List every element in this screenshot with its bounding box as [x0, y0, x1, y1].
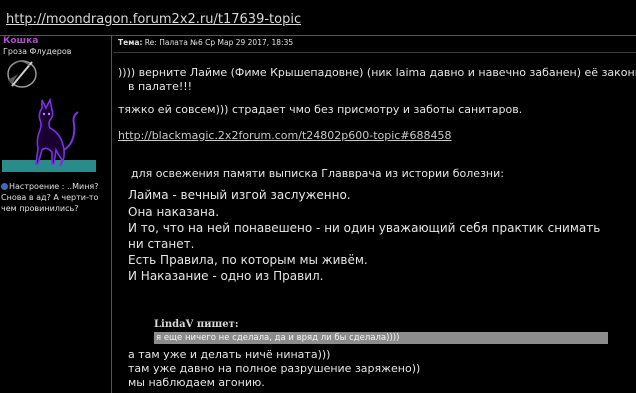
mood-emoticon-icon — [1, 183, 8, 190]
post-header-label: Тема: — [118, 38, 143, 47]
extract-line-5: Есть Правила, по которым мы живём. — [128, 253, 368, 267]
author-mood-status: Настроение : ..Миня? Снова в ад? А черти… — [1, 181, 111, 214]
author-rank: Гроза Флудеров — [3, 47, 72, 56]
topic-url-bar: http://moondragon.forum2x2.ru/t17639-top… — [0, 0, 636, 36]
author-mood-text: Настроение : ..Миня? Снова в ад? А черти… — [1, 182, 99, 213]
quote-text: я еще ничего не сделала, да и вряд ли бы… — [154, 332, 608, 344]
extract-line-6: И Наказание - одно из Правил. — [128, 269, 324, 283]
post-line-3: тяжко ей совсем))) страдает чмо без прис… — [118, 103, 523, 116]
post-header: Тема: Re: Палата №6 Ср Мар 29 2017, 18:3… — [118, 38, 293, 47]
extract-line-2: Она наказана. — [128, 205, 220, 219]
author-profile-panel: Кошка Гроза Флудеров Настроение : ..Миня… — [0, 36, 112, 393]
post-header-subject-date: Re: Палата №6 Ср Мар 29 2017, 18:35 — [144, 38, 294, 47]
after-quote-line-2: там уже давно на полное разрушение заряж… — [128, 362, 421, 375]
extract-line-4: ни станет. — [128, 237, 195, 251]
rank-emblem-icon — [7, 60, 37, 88]
after-quote-line-3: мы наблюдаем агонию. — [128, 376, 265, 389]
author-avatar-cat-icon — [2, 97, 96, 172]
quote-author: LindaV пишет: — [154, 319, 239, 330]
topic-url-link[interactable]: http://moondragon.forum2x2.ru/t17639-top… — [6, 12, 301, 27]
post-line-1: )))) верните Лайме (Фиме Крышепадовне) (… — [118, 66, 636, 79]
author-username[interactable]: Кошка — [3, 36, 38, 46]
extract-line-3: И то, что на ней понавешено - ни один ув… — [128, 221, 601, 235]
after-quote-line-1: а там уже и делать ничё нината))) — [128, 348, 331, 361]
extract-line-1: Лайма - вечный изгой заслуженно. — [128, 188, 351, 202]
post-header-divider — [113, 52, 636, 53]
post-external-link[interactable]: http://blackmagic.2x2forum.com/t24802p60… — [118, 129, 452, 142]
post-line-2: в палате!!! — [128, 80, 193, 93]
extract-intro: для освежения памяти выписка Главврача и… — [131, 167, 504, 180]
